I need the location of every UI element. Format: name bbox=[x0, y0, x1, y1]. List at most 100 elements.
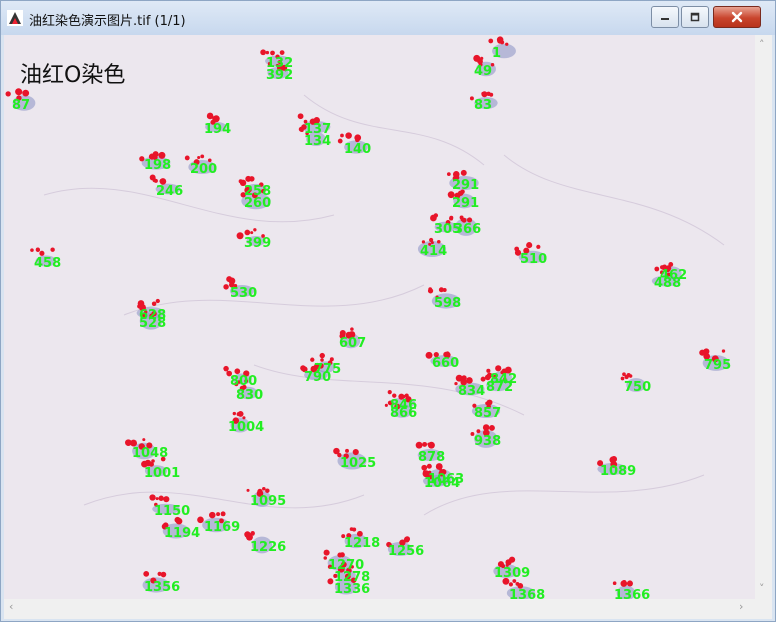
cell-id-label: 857 bbox=[474, 406, 501, 421]
cell-id-label: 800 bbox=[230, 374, 257, 389]
lipid-droplet bbox=[329, 357, 334, 362]
lipid-droplet bbox=[143, 570, 150, 577]
lipid-droplet bbox=[337, 552, 343, 558]
lipid-droplet bbox=[253, 228, 257, 232]
lipid-droplet bbox=[265, 50, 270, 55]
lipid-droplet bbox=[262, 486, 266, 491]
lipid-droplet bbox=[461, 375, 467, 381]
lipid-droplet bbox=[480, 376, 486, 382]
cell-id-label: 830 bbox=[236, 388, 263, 403]
cell-id-label: 392 bbox=[266, 68, 293, 83]
cell-id-label: 488 bbox=[654, 276, 681, 291]
lipid-droplet bbox=[329, 578, 333, 582]
lipid-droplet bbox=[242, 416, 246, 420]
lipid-droplet bbox=[487, 399, 493, 406]
cell-id-label: 795 bbox=[704, 358, 731, 373]
cell-id-label: 530 bbox=[230, 286, 257, 301]
cell-id-label: 1366 bbox=[614, 588, 650, 599]
cell-id-label: 660 bbox=[432, 356, 459, 371]
cell-id-label: 49 bbox=[474, 64, 492, 79]
cell-id-label: 1368 bbox=[509, 588, 545, 599]
close-button[interactable] bbox=[713, 6, 761, 28]
title-bar[interactable]: 油红染色演示图片.tif (1/1) bbox=[1, 1, 775, 35]
lipid-droplet bbox=[246, 488, 250, 492]
vertical-scrollbar[interactable]: ˄ ˅ bbox=[755, 35, 772, 599]
scrollbar-corner bbox=[755, 599, 772, 616]
lipid-droplet bbox=[209, 511, 216, 519]
lipid-droplet bbox=[200, 154, 205, 159]
lipid-droplet bbox=[151, 301, 157, 307]
lipid-droplet bbox=[232, 411, 237, 416]
maximize-icon bbox=[690, 12, 700, 22]
lipid-droplet bbox=[251, 532, 255, 536]
cell-id-label: 938 bbox=[474, 434, 501, 449]
lipid-droplet bbox=[495, 365, 502, 372]
cell-id-label: 1 bbox=[492, 46, 501, 61]
cell-id-label: 399 bbox=[244, 236, 271, 251]
cell-id-label: 1256 bbox=[388, 544, 424, 559]
horizontal-scrollbar[interactable]: ‹ › bbox=[4, 599, 755, 616]
window-title: 油红染色演示图片.tif (1/1) bbox=[29, 14, 186, 29]
cell-id-label: 200 bbox=[190, 162, 217, 177]
lipid-droplet bbox=[260, 49, 267, 56]
lipid-droplet bbox=[155, 298, 160, 304]
lipid-droplet bbox=[142, 438, 146, 442]
lipid-droplet bbox=[30, 248, 34, 252]
lipid-droplet bbox=[350, 327, 354, 331]
lipid-droplet bbox=[197, 155, 201, 160]
cell-id-label: 1025 bbox=[340, 456, 376, 471]
cell-id-label: 87 bbox=[12, 98, 30, 113]
minimize-button[interactable] bbox=[651, 6, 679, 28]
lipid-droplet bbox=[427, 441, 435, 449]
cell-id-label: 790 bbox=[304, 370, 331, 385]
lipid-droplet bbox=[508, 556, 516, 563]
cell-id-label: 1048 bbox=[132, 446, 168, 461]
lipid-droplet bbox=[352, 448, 359, 456]
lipid-droplet bbox=[387, 390, 392, 395]
cell-id-label: 83 bbox=[474, 98, 492, 113]
lipid-droplet bbox=[624, 374, 629, 380]
cell-id-label: 1226 bbox=[250, 540, 286, 555]
lipid-droplet bbox=[481, 91, 488, 98]
lipid-droplet bbox=[244, 229, 251, 236]
scroll-left-icon[interactable]: ‹ bbox=[9, 601, 13, 613]
lipid-droplet bbox=[654, 266, 660, 272]
image-canvas[interactable]: 1 49 83 132 392 87 137 134 140 194 198 200 291 246 258… bbox=[4, 35, 755, 599]
lipid-droplet bbox=[299, 114, 303, 118]
cell-id-label: 510 bbox=[520, 252, 547, 267]
lipid-droplet bbox=[226, 276, 233, 283]
cell-id-label: 1169 bbox=[204, 520, 240, 535]
scroll-up-icon[interactable]: ˄ bbox=[759, 39, 765, 51]
lipid-droplet bbox=[5, 91, 11, 97]
cell-id-label: 194 bbox=[204, 122, 231, 137]
scroll-down-icon[interactable]: ˅ bbox=[759, 583, 765, 595]
lipid-droplet bbox=[497, 38, 503, 44]
lipid-droplet bbox=[152, 178, 157, 183]
lipid-droplet bbox=[206, 112, 214, 120]
lipid-droplet bbox=[333, 447, 340, 455]
lipid-droplet bbox=[536, 244, 541, 249]
cell-id-label: 834 bbox=[458, 384, 485, 399]
lipid-droplet bbox=[250, 231, 254, 235]
lipid-droplet bbox=[466, 377, 473, 384]
lipid-droplet bbox=[35, 247, 41, 253]
lipid-droplet bbox=[721, 349, 726, 353]
cell-id-label: 1336 bbox=[334, 582, 370, 597]
cell-id-label: 1004 bbox=[228, 420, 264, 435]
scroll-right-icon[interactable]: › bbox=[739, 601, 743, 613]
lipid-droplet bbox=[438, 467, 442, 471]
lipid-droplet bbox=[220, 511, 226, 517]
cell-id-label: 140 bbox=[344, 142, 371, 157]
lipid-droplet bbox=[158, 495, 164, 501]
cell-id-label: 198 bbox=[144, 158, 171, 173]
cell-id-label: 246 bbox=[156, 184, 183, 199]
lipid-droplet bbox=[460, 169, 467, 176]
lipid-droplet bbox=[125, 439, 132, 447]
minimize-icon bbox=[661, 18, 669, 20]
lipid-droplet bbox=[505, 42, 509, 46]
lipid-droplet bbox=[270, 50, 275, 56]
lipid-droplet bbox=[421, 464, 428, 471]
maximize-button[interactable] bbox=[681, 6, 709, 28]
lipid-droplet bbox=[433, 213, 439, 218]
lipid-droplet bbox=[446, 172, 451, 176]
